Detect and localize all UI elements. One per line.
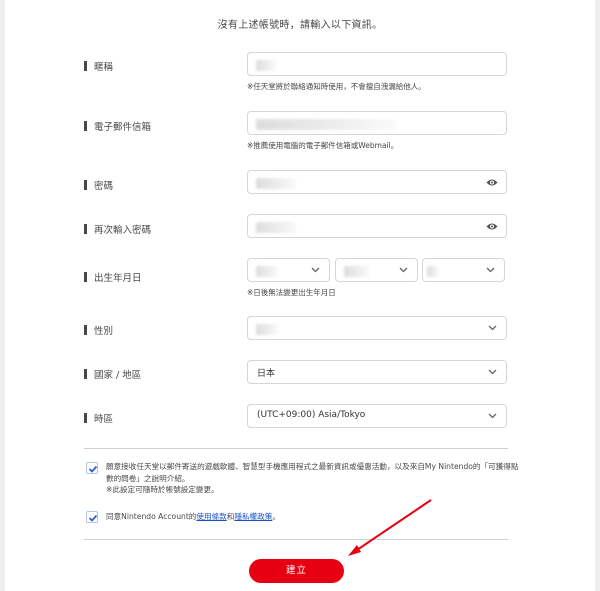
birthday-day-select[interactable] <box>422 258 505 282</box>
country-label: 國家 / 地區 <box>84 367 141 381</box>
section-divider <box>84 539 508 540</box>
chevron-down-icon <box>488 369 497 375</box>
password-confirm-label: 再次輸入密碼 <box>84 222 151 236</box>
timezone-value: (UTC+09:00) Asia/Tokyo <box>257 410 366 420</box>
gender-label: 性別 <box>84 323 113 337</box>
password-label-text: 密碼 <box>94 181 114 192</box>
marketing-consent-line1: 願意接收任天堂以郵件寄送的遊戲軟體、智慧型手機應用程式之最新資訊或優惠活動，以及… <box>106 462 519 471</box>
terms-consent-text: 同意Nintendo Account的使用條款和隱私權政策。 <box>106 511 280 523</box>
label-bar <box>84 224 87 234</box>
birthday-label-text: 出生年月日 <box>94 273 142 284</box>
label-bar <box>84 121 87 131</box>
country-select[interactable]: 日本 <box>247 360 507 384</box>
create-account-button[interactable]: 建立 <box>249 559 344 583</box>
gender-label-text: 性別 <box>94 326 114 337</box>
password-confirm-label-text: 再次輸入密碼 <box>94 225 152 236</box>
birthday-month-redacted <box>344 266 369 277</box>
terms-suffix: 。 <box>272 512 280 521</box>
country-value: 日本 <box>257 369 276 379</box>
nickname-hint: ※任天堂將於聯絡通知時使用，不會擅自洩漏給他人。 <box>247 82 426 91</box>
password-input[interactable] <box>247 170 507 194</box>
birthday-month-select[interactable] <box>335 258 418 282</box>
birthday-hint: ※日後無法變更出生年月日 <box>247 288 336 297</box>
checkmark-icon <box>88 514 98 522</box>
label-bar <box>84 325 87 335</box>
checkmark-icon <box>88 465 98 473</box>
country-label-text: 國家 / 地區 <box>94 370 142 381</box>
password-value-redacted <box>256 178 296 189</box>
nickname-value-redacted <box>256 60 276 71</box>
label-bar <box>84 180 87 190</box>
email-label-text: 電子郵件信箱 <box>94 122 152 133</box>
chevron-down-icon <box>488 413 497 419</box>
privacy-policy-link[interactable]: 隱私權政策 <box>234 512 272 521</box>
email-hint: ※推薦使用電腦的電子郵件信箱或Webmail。 <box>247 141 399 150</box>
birthday-label: 出生年月日 <box>84 270 142 284</box>
section-divider <box>84 448 508 449</box>
chevron-down-icon <box>399 267 408 273</box>
email-input[interactable] <box>247 111 507 135</box>
gender-select[interactable] <box>247 316 507 340</box>
timezone-label: 時區 <box>84 411 113 425</box>
chevron-down-icon <box>486 267 495 273</box>
terms-of-use-link[interactable]: 使用條款 <box>196 512 226 521</box>
nickname-input[interactable] <box>247 52 507 76</box>
show-password-confirm-eye-icon[interactable] <box>486 222 498 231</box>
password-label: 密碼 <box>84 178 113 192</box>
marketing-consent-checkbox[interactable] <box>86 462 98 474</box>
birthday-year-select[interactable] <box>247 258 330 282</box>
marketing-consent-line2: 數的問卷」之說明介紹。 <box>106 473 190 483</box>
timezone-select[interactable]: (UTC+09:00) Asia/Tokyo <box>247 404 507 428</box>
terms-prefix: 同意Nintendo Account的 <box>106 512 197 521</box>
label-bar <box>84 413 87 423</box>
nickname-label-text: 暱稱 <box>94 62 114 73</box>
terms-consent-checkbox[interactable] <box>86 511 98 523</box>
birthday-day-redacted <box>427 266 439 277</box>
gender-value-redacted <box>256 324 278 335</box>
password-confirm-input[interactable] <box>247 214 507 238</box>
chevron-down-icon <box>311 267 320 273</box>
nickname-label: 暱稱 <box>84 59 113 73</box>
marketing-consent-note: ※此設定可隨時於帳號設定變更。 <box>106 485 219 494</box>
show-password-eye-icon[interactable] <box>486 178 498 187</box>
email-label: 電子郵件信箱 <box>84 119 151 133</box>
birthday-year-redacted <box>256 266 278 277</box>
label-bar <box>84 369 87 379</box>
intro-text: 沒有上述帳號時，請輸入以下資訊。 <box>217 20 383 31</box>
email-value-redacted <box>256 119 396 130</box>
timezone-label-text: 時區 <box>94 414 114 425</box>
label-bar <box>84 61 87 71</box>
marketing-consent-text: 願意接收任天堂以郵件寄送的遊戲軟體、智慧型手機應用程式之最新資訊或優惠活動，以及… <box>106 461 519 496</box>
chevron-down-icon <box>488 325 497 331</box>
password-confirm-value-redacted <box>256 222 296 233</box>
label-bar <box>84 272 87 282</box>
